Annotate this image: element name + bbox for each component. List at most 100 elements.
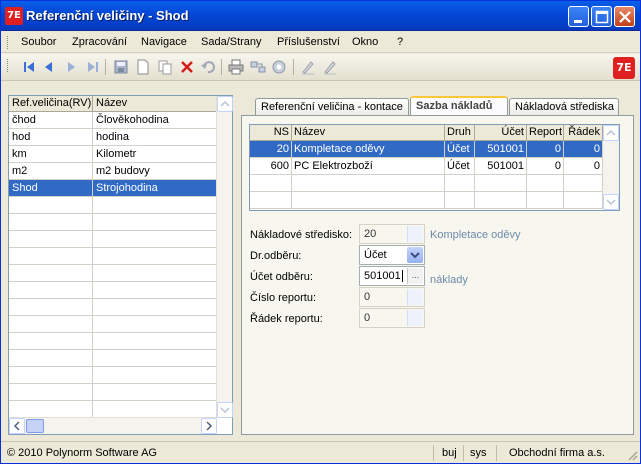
cell-ns[interactable] bbox=[250, 192, 292, 209]
cell-type[interactable] bbox=[445, 175, 475, 192]
cell-name[interactable] bbox=[93, 282, 217, 299]
close-button[interactable] bbox=[614, 6, 635, 27]
cell-name[interactable] bbox=[93, 248, 217, 265]
table-row[interactable]: 600 PC Elektrozboží Účet 501001 0 0 bbox=[250, 158, 603, 175]
cell-ref-quantity[interactable] bbox=[9, 350, 93, 367]
cell-name[interactable] bbox=[93, 401, 217, 418]
report-row-field[interactable]: 0 bbox=[359, 308, 425, 328]
column-header-name[interactable]: Název bbox=[93, 96, 217, 112]
cell-name[interactable] bbox=[93, 316, 217, 333]
cell-ref-quantity[interactable] bbox=[9, 384, 93, 401]
cell-report[interactable] bbox=[527, 192, 564, 209]
scroll-down-button[interactable] bbox=[217, 402, 233, 418]
cell-account[interactable]: 501001 bbox=[475, 158, 527, 175]
first-record-icon[interactable] bbox=[21, 59, 37, 75]
vertical-scrollbar[interactable] bbox=[216, 96, 233, 418]
menu-sada-strany[interactable]: Sada/Strany bbox=[201, 36, 262, 48]
menu-soubor[interactable]: Soubor bbox=[21, 36, 56, 48]
cost-center-field[interactable]: 20 bbox=[359, 224, 425, 244]
table-row[interactable]: čhod Člověkohodina bbox=[9, 112, 217, 129]
cell-ns[interactable]: 600 bbox=[250, 158, 292, 175]
cell-name[interactable] bbox=[93, 265, 217, 282]
scroll-up-button[interactable] bbox=[217, 96, 233, 112]
empty-row[interactable] bbox=[9, 401, 217, 418]
empty-row[interactable] bbox=[9, 367, 217, 384]
cell-row[interactable]: 0 bbox=[564, 141, 603, 158]
empty-row[interactable] bbox=[9, 231, 217, 248]
cell-ref-quantity[interactable]: čhod bbox=[9, 112, 93, 129]
copy-icon[interactable] bbox=[157, 59, 173, 75]
cell-type[interactable]: Účet bbox=[445, 158, 475, 175]
scroll-up-button[interactable] bbox=[603, 125, 619, 141]
cell-ref-quantity[interactable] bbox=[9, 197, 93, 214]
empty-row[interactable] bbox=[250, 175, 603, 192]
empty-row[interactable] bbox=[250, 192, 603, 209]
cell-name[interactable] bbox=[292, 175, 445, 192]
cell-name[interactable]: Kilometr bbox=[93, 146, 217, 163]
empty-row[interactable] bbox=[9, 384, 217, 401]
maximize-button[interactable] bbox=[591, 6, 612, 27]
cell-name[interactable] bbox=[93, 384, 217, 401]
column-header-account[interactable]: Účet bbox=[475, 125, 527, 141]
horizontal-scrollbar[interactable] bbox=[9, 417, 217, 434]
cell-name[interactable] bbox=[93, 231, 217, 248]
edit-alt-icon[interactable] bbox=[322, 59, 338, 75]
cell-ns[interactable]: 20 bbox=[250, 141, 292, 158]
scroll-right-button[interactable] bbox=[201, 418, 217, 434]
cell-ref-quantity[interactable]: hod bbox=[9, 129, 93, 146]
cell-name[interactable]: Člověkohodina bbox=[93, 112, 217, 129]
menu-navigace[interactable]: Navigace bbox=[141, 36, 187, 48]
new-icon[interactable] bbox=[135, 59, 151, 75]
cell-name[interactable]: hodina bbox=[93, 129, 217, 146]
draw-type-select[interactable]: Účet bbox=[359, 245, 425, 265]
menu-okno[interactable]: Okno bbox=[352, 36, 378, 48]
cell-ref-quantity[interactable] bbox=[9, 231, 93, 248]
cell-account[interactable] bbox=[475, 175, 527, 192]
cell-name[interactable] bbox=[93, 197, 217, 214]
cell-ref-quantity[interactable] bbox=[9, 265, 93, 282]
table-row[interactable]: hod hodina bbox=[9, 129, 217, 146]
cell-row[interactable] bbox=[564, 192, 603, 209]
cell-name[interactable]: PC Elektrozboží bbox=[292, 158, 445, 175]
account-picker-button[interactable]: ... bbox=[407, 268, 423, 284]
report-number-field[interactable]: 0 bbox=[359, 287, 425, 307]
cell-name[interactable]: Kompletace oděvy bbox=[292, 141, 445, 158]
cell-ref-quantity[interactable] bbox=[9, 248, 93, 265]
refresh-icon[interactable] bbox=[271, 59, 287, 75]
cost-center-picker-button[interactable] bbox=[407, 226, 423, 242]
cell-report[interactable]: 0 bbox=[527, 158, 564, 175]
cell-row[interactable]: 0 bbox=[564, 158, 603, 175]
tab-cost-rate[interactable]: Sazba nákladů bbox=[410, 96, 508, 117]
report-row-picker-button[interactable] bbox=[407, 310, 423, 326]
column-header-row[interactable]: Řádek bbox=[564, 125, 603, 141]
empty-row[interactable] bbox=[9, 316, 217, 333]
scroll-left-button[interactable] bbox=[9, 418, 25, 434]
empty-row[interactable] bbox=[9, 282, 217, 299]
cell-name[interactable] bbox=[292, 192, 445, 209]
empty-row[interactable] bbox=[9, 197, 217, 214]
minimize-button[interactable] bbox=[568, 6, 589, 27]
toolbar-grip[interactable] bbox=[7, 59, 10, 72]
menu-grip[interactable] bbox=[7, 36, 10, 49]
empty-row[interactable] bbox=[9, 333, 217, 350]
title-bar[interactable]: 7E Referenční veličiny - Shod bbox=[1, 1, 640, 31]
undo-icon[interactable] bbox=[200, 59, 216, 75]
cell-ref-quantity[interactable] bbox=[9, 401, 93, 418]
cell-name[interactable] bbox=[93, 367, 217, 384]
cell-ref-quantity[interactable] bbox=[9, 299, 93, 316]
next-record-icon[interactable] bbox=[63, 59, 79, 75]
cell-ref-quantity[interactable] bbox=[9, 316, 93, 333]
cell-ref-quantity[interactable]: m2 bbox=[9, 163, 93, 180]
cell-account[interactable]: 501001 bbox=[475, 141, 527, 158]
table-row[interactable]: Shod Strojohodina bbox=[9, 180, 217, 197]
cell-row[interactable] bbox=[564, 175, 603, 192]
cell-name[interactable] bbox=[93, 214, 217, 231]
empty-row[interactable] bbox=[9, 265, 217, 282]
cell-name[interactable]: m2 budovy bbox=[93, 163, 217, 180]
menu-help[interactable]: ? bbox=[397, 36, 403, 48]
cell-ns[interactable] bbox=[250, 175, 292, 192]
table-row[interactable]: km Kilometr bbox=[9, 146, 217, 163]
scroll-down-button[interactable] bbox=[603, 194, 619, 210]
resize-grip-icon[interactable] bbox=[626, 449, 638, 461]
tab-cost-centers[interactable]: Nákladová střediska bbox=[509, 98, 619, 116]
